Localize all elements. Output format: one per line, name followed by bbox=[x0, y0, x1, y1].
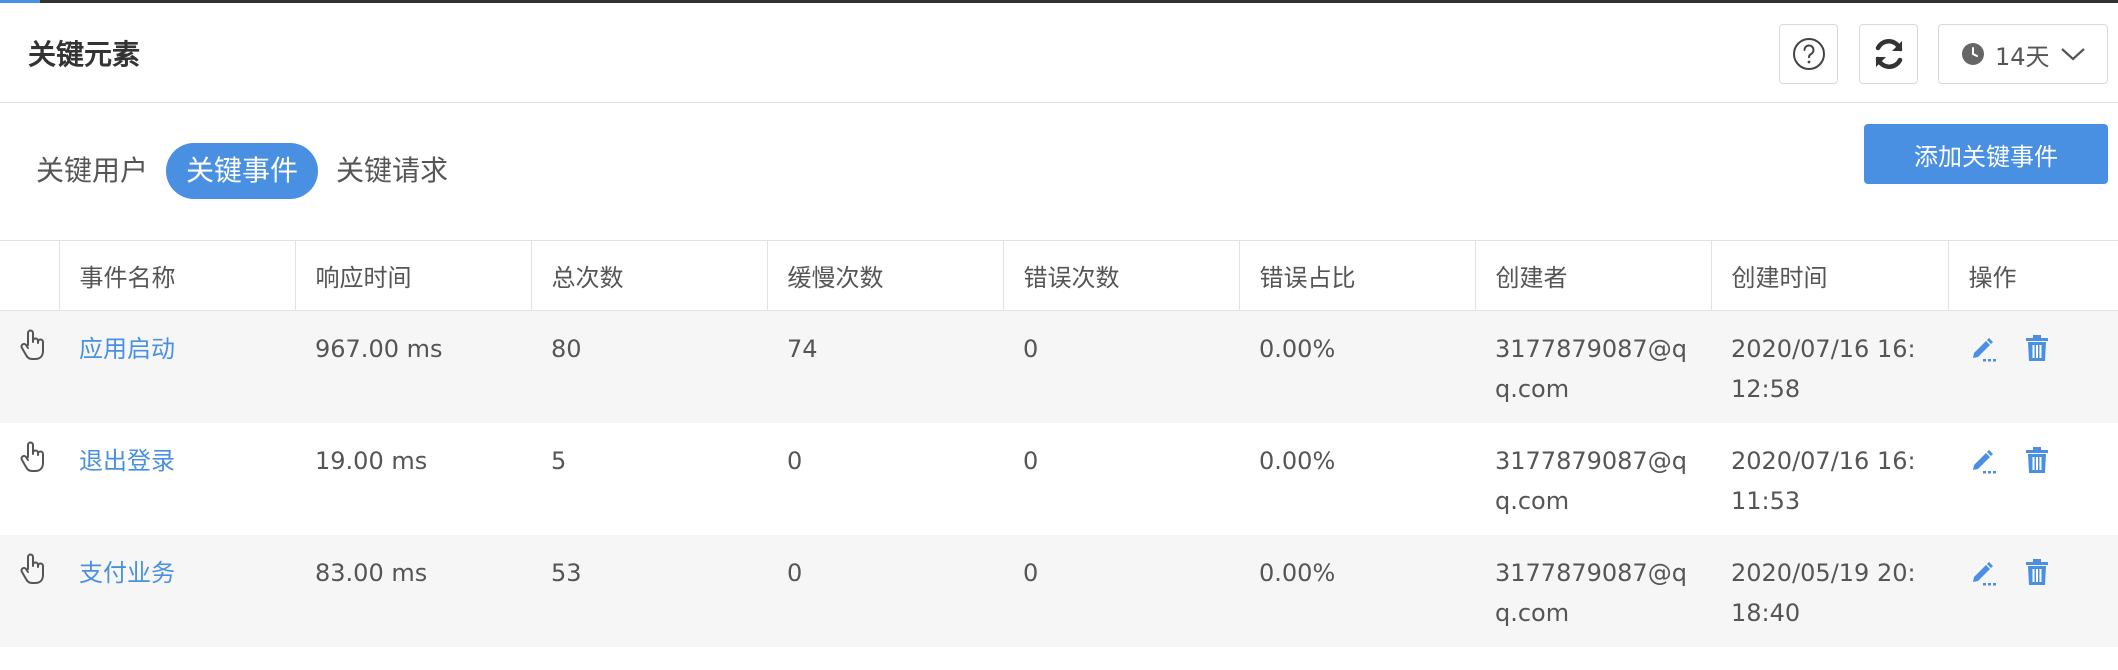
hand-pointer-icon bbox=[20, 441, 44, 472]
edit-icon[interactable] bbox=[1968, 445, 1998, 475]
clock-icon bbox=[1962, 43, 1984, 65]
error-count-cell: 0 bbox=[1003, 422, 1239, 535]
trash-icon[interactable] bbox=[2022, 557, 2052, 587]
row-icon-cell bbox=[0, 534, 59, 647]
total-count-cell: 80 bbox=[531, 310, 767, 423]
column-header-creator: 创建者 bbox=[1474, 240, 1711, 311]
help-button[interactable] bbox=[1779, 24, 1838, 84]
page-title: 关键元素 bbox=[28, 38, 141, 71]
row-icon-cell bbox=[0, 310, 59, 423]
actions-cell bbox=[1948, 534, 2118, 647]
creator-cell: 3177879087@qq.com bbox=[1475, 310, 1711, 423]
event-name-link[interactable]: 退出登录 bbox=[79, 447, 175, 475]
refresh-button[interactable] bbox=[1859, 24, 1918, 84]
trash-icon[interactable] bbox=[2022, 333, 2052, 363]
time-range-select[interactable]: 14天 bbox=[1938, 24, 2108, 84]
actions-cell bbox=[1948, 422, 2118, 535]
event-name-cell: 应用启动 bbox=[59, 310, 295, 423]
column-header-total: 总次数 bbox=[530, 240, 767, 311]
creator-cell: 3177879087@qq.com bbox=[1475, 422, 1711, 535]
table-row: 退出登录 19.00 ms 5 0 0 0.00% 3177879087@qq.… bbox=[0, 422, 2118, 535]
event-name-cell: 退出登录 bbox=[59, 422, 295, 535]
trash-icon[interactable] bbox=[2022, 445, 2052, 475]
add-key-event-button[interactable]: 添加关键事件 bbox=[1864, 124, 2108, 184]
created-time-cell: 2020/07/16 16:11:53 bbox=[1711, 422, 1948, 535]
event-name-link[interactable]: 支付业务 bbox=[79, 559, 175, 587]
slow-count-cell: 0 bbox=[767, 534, 1003, 647]
column-header-icon bbox=[0, 240, 59, 311]
error-count-cell: 0 bbox=[1003, 310, 1239, 423]
error-count-cell: 0 bbox=[1003, 534, 1239, 647]
event-name-cell: 支付业务 bbox=[59, 534, 295, 647]
total-count-cell: 53 bbox=[531, 534, 767, 647]
created-time-cell: 2020/07/16 16:12:58 bbox=[1711, 310, 1948, 423]
chevron-down-icon bbox=[2060, 48, 2085, 61]
column-header-errors: 错误次数 bbox=[1002, 240, 1239, 311]
column-header-name: 事件名称 bbox=[58, 240, 295, 311]
hand-pointer-icon bbox=[20, 553, 44, 584]
tab-key-requests[interactable]: 关键请求 bbox=[336, 143, 448, 199]
event-name-link[interactable]: 应用启动 bbox=[79, 335, 175, 363]
error-ratio-cell: 0.00% bbox=[1239, 422, 1475, 535]
slow-count-cell: 0 bbox=[767, 422, 1003, 535]
help-icon bbox=[1792, 38, 1825, 70]
refresh-icon bbox=[1875, 39, 1902, 69]
time-range-label: 14天 bbox=[1995, 42, 2050, 71]
created-time-cell: 2020/05/19 20:18:40 bbox=[1711, 534, 1948, 647]
column-header-slow: 缓慢次数 bbox=[766, 240, 1003, 311]
error-ratio-cell: 0.00% bbox=[1239, 310, 1475, 423]
row-icon-cell bbox=[0, 422, 59, 535]
tab-bar: 关键用户 关键事件 关键请求 bbox=[36, 143, 448, 199]
column-header-response: 响应时间 bbox=[294, 240, 531, 311]
column-header-actions: 操作 bbox=[1947, 240, 2118, 311]
page-header: 关键元素 14天 bbox=[0, 3, 2118, 103]
hand-pointer-icon bbox=[20, 329, 44, 360]
total-count-cell: 5 bbox=[531, 422, 767, 535]
column-header-created: 创建时间 bbox=[1710, 240, 1948, 311]
events-table: 事件名称 响应时间 总次数 缓慢次数 错误次数 错误占比 创建者 创建时间 操作… bbox=[0, 240, 2118, 647]
actions-cell bbox=[1948, 310, 2118, 423]
column-header-error-ratio: 错误占比 bbox=[1238, 240, 1475, 311]
creator-cell: 3177879087@qq.com bbox=[1475, 534, 1711, 647]
response-time-cell: 967.00 ms bbox=[295, 310, 531, 423]
response-time-cell: 19.00 ms bbox=[295, 422, 531, 535]
response-time-cell: 83.00 ms bbox=[295, 534, 531, 647]
tab-key-events[interactable]: 关键事件 bbox=[166, 143, 319, 199]
edit-icon[interactable] bbox=[1968, 333, 1998, 363]
table-row: 支付业务 83.00 ms 53 0 0 0.00% 3177879087@qq… bbox=[0, 534, 2118, 647]
edit-icon[interactable] bbox=[1968, 557, 1998, 587]
table-row: 应用启动 967.00 ms 80 74 0 0.00% 3177879087@… bbox=[0, 310, 2118, 423]
tab-key-users[interactable]: 关键用户 bbox=[36, 143, 148, 199]
error-ratio-cell: 0.00% bbox=[1239, 534, 1475, 647]
table-header-row: 事件名称 响应时间 总次数 缓慢次数 错误次数 错误占比 创建者 创建时间 操作 bbox=[0, 240, 2118, 311]
slow-count-cell: 74 bbox=[767, 310, 1003, 423]
